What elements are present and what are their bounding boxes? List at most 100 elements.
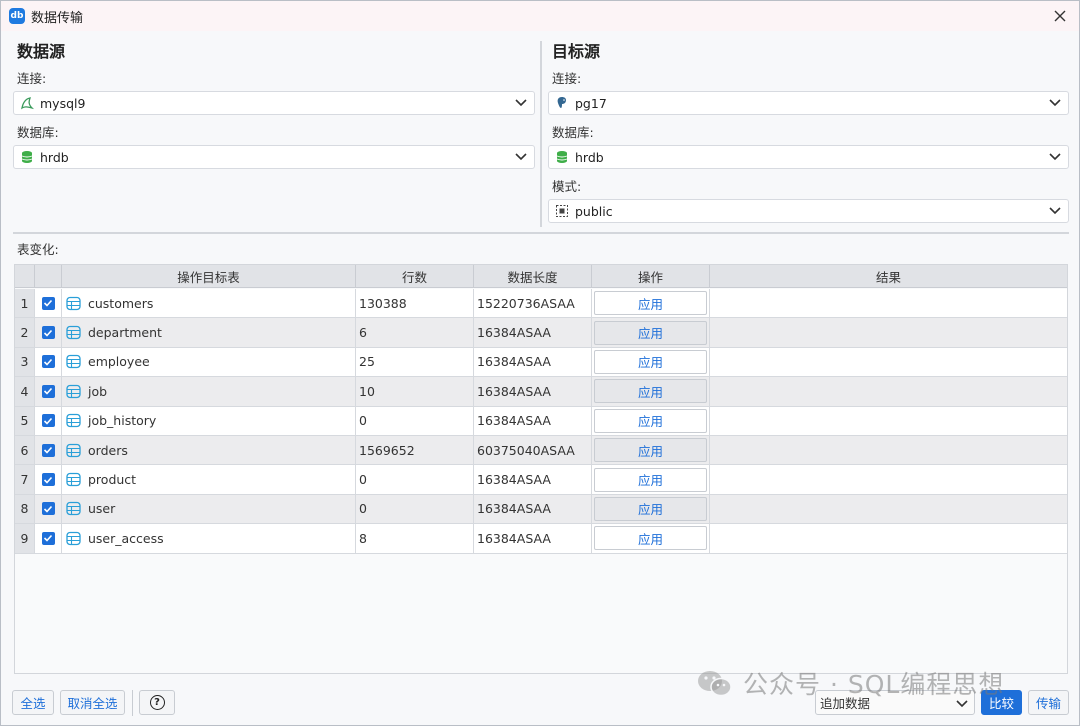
apply-button[interactable]: 应用	[594, 379, 707, 404]
apply-button[interactable]: 应用	[594, 349, 707, 374]
header-operation[interactable]: 操作	[592, 265, 710, 288]
check-icon	[43, 417, 53, 425]
toolbar-separator	[132, 690, 133, 716]
header-check[interactable]	[35, 265, 62, 288]
table-icon	[66, 472, 81, 487]
row-count-cell: 0	[356, 406, 474, 435]
chevron-down-icon	[1049, 99, 1061, 107]
target-table-cell: customers	[62, 289, 356, 318]
help-button[interactable]: ?	[139, 690, 175, 715]
target-table-cell: job_history	[62, 406, 356, 435]
target-connection-select[interactable]: pg17	[548, 91, 1069, 115]
source-heading: 数据源	[17, 42, 66, 61]
source-database-select[interactable]: hrdb	[13, 145, 535, 169]
target-database-select[interactable]: hrdb	[548, 145, 1069, 169]
data-length-cell: 16384ASAA	[474, 524, 592, 553]
row-checkbox-cell	[35, 377, 62, 406]
row-checkbox[interactable]	[41, 531, 55, 545]
table-row[interactable]: 3 employee 25 16384ASAA 应用	[15, 347, 1067, 378]
target-table-cell: product	[62, 465, 356, 494]
compare-button[interactable]: 比较	[981, 690, 1022, 715]
header-target-table[interactable]: 操作目标表	[62, 265, 356, 288]
row-checkbox[interactable]	[41, 355, 55, 369]
check-icon	[43, 535, 53, 543]
header-result[interactable]: 结果	[710, 265, 1067, 288]
row-count-cell: 0	[356, 494, 474, 524]
bottom-toolbar: 全选 取消全选 ? 追加数据 比较 传输	[1, 681, 1079, 725]
result-cell	[710, 436, 1067, 464]
row-number: 8	[15, 494, 35, 524]
table-row[interactable]: 8 user 0 16384ASAA 应用	[15, 494, 1067, 525]
chevron-down-icon	[515, 153, 527, 161]
table-row[interactable]: 7 product 0 16384ASAA 应用	[15, 465, 1067, 495]
row-number: 6	[15, 436, 35, 465]
check-icon	[43, 300, 53, 307]
mysql-icon	[20, 96, 34, 110]
check-icon	[43, 476, 53, 484]
target-table-cell: employee	[62, 347, 356, 377]
table-name: user	[88, 501, 116, 517]
row-checkbox[interactable]	[41, 384, 55, 398]
source-database-label: 数据库:	[17, 125, 59, 140]
row-checkbox[interactable]	[41, 414, 55, 428]
table-name: employee	[88, 354, 150, 370]
row-number: 3	[15, 347, 35, 377]
database-icon	[555, 150, 569, 164]
target-table-cell: department	[62, 318, 356, 347]
row-number: 5	[15, 406, 35, 435]
table-icon	[66, 531, 81, 546]
data-transfer-dialog: db 数据传输 数据源 连接: mysql9 数据库: hrdb 目标源 连接:	[0, 0, 1080, 726]
row-checkbox[interactable]	[41, 502, 55, 516]
table-row[interactable]: 9 user_access 8 16384ASAA 应用	[15, 524, 1067, 554]
apply-button[interactable]: 应用	[594, 320, 707, 345]
select-all-button[interactable]: 全选	[12, 690, 54, 715]
deselect-all-button[interactable]: 取消全选	[60, 690, 125, 715]
table-row[interactable]: 4 job 10 16384ASAA 应用	[15, 377, 1067, 407]
data-length-cell: 16384ASAA	[474, 318, 592, 347]
header-row-count[interactable]: 行数	[356, 265, 474, 288]
row-count-cell: 25	[356, 347, 474, 377]
row-checkbox[interactable]	[41, 443, 55, 457]
table-changes-label: 表变化:	[17, 242, 59, 257]
operation-cell: 应用	[592, 406, 710, 435]
row-number: 2	[15, 318, 35, 347]
operation-cell: 应用	[592, 347, 710, 377]
row-checkbox[interactable]	[41, 473, 55, 487]
target-database-label: 数据库:	[552, 125, 594, 140]
apply-button[interactable]: 应用	[594, 467, 707, 492]
table-row[interactable]: 2 department 6 16384ASAA 应用	[15, 318, 1067, 348]
chevron-down-icon	[1049, 153, 1061, 161]
apply-button[interactable]: 应用	[594, 496, 707, 521]
check-icon	[43, 329, 53, 337]
chevron-down-icon	[515, 99, 527, 107]
target-table-cell: orders	[62, 436, 356, 465]
table-row[interactable]: 5 job_history 0 16384ASAA 应用	[15, 406, 1067, 436]
row-checkbox-cell	[35, 494, 62, 524]
row-checkbox-cell	[35, 524, 62, 553]
title-bar: db 数据传输	[1, 1, 1079, 31]
close-button[interactable]	[1049, 5, 1071, 27]
transfer-mode-select[interactable]: 追加数据	[815, 690, 975, 715]
header-data-length[interactable]: 数据长度	[474, 265, 592, 288]
table-icon	[66, 325, 81, 340]
operation-cell: 应用	[592, 289, 710, 318]
row-checkbox[interactable]	[41, 296, 55, 310]
table-row[interactable]: 1 customers 130388 15220736ASAA 应用	[15, 289, 1067, 319]
apply-button[interactable]: 应用	[594, 526, 707, 551]
source-connection-value: mysql9	[40, 95, 86, 111]
row-checkbox[interactable]	[41, 326, 55, 340]
source-connection-select[interactable]: mysql9	[13, 91, 535, 115]
row-count-cell: 130388	[356, 289, 474, 318]
check-icon	[43, 447, 53, 454]
transfer-button[interactable]: 传输	[1028, 690, 1069, 715]
row-checkbox-cell	[35, 318, 62, 347]
apply-button[interactable]: 应用	[594, 291, 707, 316]
apply-button[interactable]: 应用	[594, 438, 707, 463]
transfer-mode-value: 追加数据	[820, 696, 871, 711]
apply-button[interactable]: 应用	[594, 408, 707, 433]
row-number: 7	[15, 465, 35, 494]
table-icon	[66, 355, 81, 369]
source-panel: 数据源 连接: mysql9 数据库: hrdb	[13, 37, 535, 175]
target-schema-select[interactable]: public	[548, 199, 1069, 223]
table-row[interactable]: 6 orders 1569652 60375040ASAA 应用	[15, 436, 1067, 466]
